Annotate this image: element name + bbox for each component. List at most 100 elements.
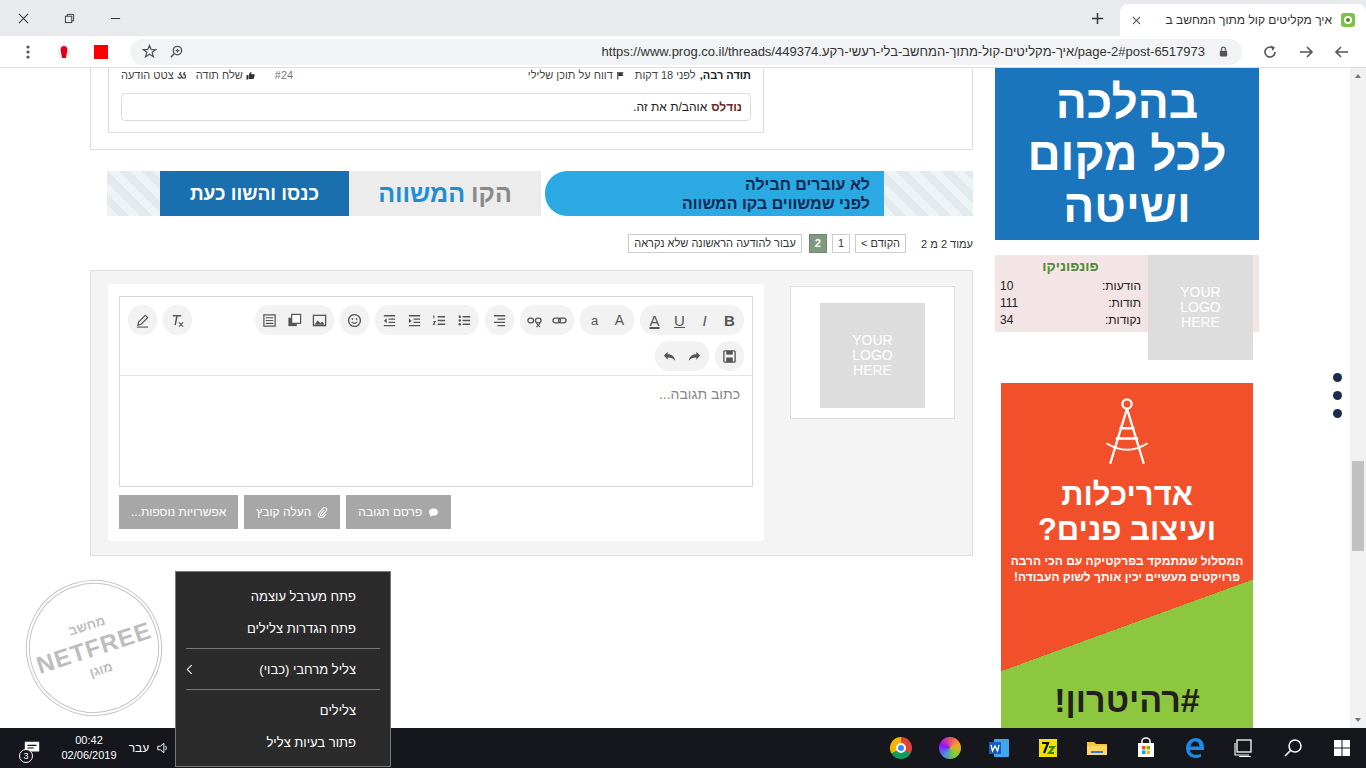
- report-link[interactable]: דווח על תוכן שלילי: [528, 68, 625, 82]
- page-dot[interactable]: [1333, 373, 1342, 382]
- back-icon[interactable]: [1298, 44, 1314, 60]
- avatar: YOUR LOGO HERE: [820, 303, 925, 408]
- outdent-button[interactable]: [377, 307, 402, 333]
- star-icon[interactable]: [142, 44, 157, 59]
- zoom-icon[interactable]: [169, 44, 184, 59]
- menu-item[interactable]: פתח הגדרות צלילים: [176, 612, 390, 644]
- post-button[interactable]: פרסם תגובה: [346, 495, 451, 529]
- restore-button[interactable]: [46, 0, 92, 36]
- task-view-icon: [1232, 736, 1256, 760]
- underline-button[interactable]: U: [667, 307, 692, 333]
- sound-context-menu: פתח מערבל עוצמהפתח הגדרות צלילים צליל מרח…: [175, 571, 391, 767]
- save-draft-button[interactable]: [717, 343, 742, 369]
- chrome-taskbar-button[interactable]: [876, 728, 925, 768]
- reload-icon[interactable]: [1262, 44, 1278, 60]
- indent-button[interactable]: [402, 307, 427, 333]
- speaker-icon[interactable]: [156, 741, 170, 755]
- save-icon: [722, 349, 737, 364]
- italic-button[interactable]: I: [692, 307, 717, 333]
- banner-ad[interactable]: כנסו והשוו כעתהקוהמשווהלא עוברים חבילהלפ…: [107, 171, 973, 216]
- upload-button[interactable]: העלה קובץ: [244, 495, 340, 529]
- folder-taskbar-button[interactable]: [1072, 728, 1121, 768]
- flag-icon: [616, 71, 625, 80]
- paperclip-icon: [317, 507, 328, 518]
- quote-button[interactable]: [257, 307, 282, 333]
- undo-button[interactable]: [657, 343, 682, 369]
- list-bullet-button[interactable]: [452, 307, 477, 333]
- photos-taskbar-button[interactable]: [925, 728, 974, 768]
- extension-square-icon[interactable]: [94, 45, 108, 59]
- size-button[interactable]: A: [607, 307, 632, 333]
- page-button[interactable]: 2: [809, 234, 827, 253]
- page-dot[interactable]: [1333, 409, 1342, 418]
- user-logo[interactable]: YOUR LOGO HERE: [1148, 255, 1253, 360]
- media-button[interactable]: [282, 307, 307, 333]
- notification-badge: 3: [19, 749, 33, 763]
- close-button[interactable]: [0, 0, 46, 36]
- menu-item[interactable]: צליל מרחבי (כבוי): [176, 653, 390, 685]
- color-button[interactable]: A: [642, 307, 667, 333]
- image-button[interactable]: [307, 307, 332, 333]
- user-info: פונפוניקוהודעות:10תודות:111נקודות:34: [995, 255, 1148, 329]
- menu-dots-icon[interactable]: [20, 44, 36, 60]
- sidebar-ad[interactable]: אדריכלותועיצוב פנים?המסלול שמתמקד בפרקטי…: [1001, 383, 1253, 728]
- clear-button[interactable]: [165, 307, 190, 333]
- page-button[interactable]: 1: [832, 234, 850, 253]
- media-icon: [287, 313, 302, 328]
- tab-close-icon[interactable]: [1132, 16, 1141, 25]
- lock-icon[interactable]: [1217, 45, 1230, 58]
- link-button[interactable]: [547, 307, 572, 333]
- pen-button[interactable]: [130, 307, 155, 333]
- menu-item[interactable]: פתח מערבל עוצמה: [176, 580, 390, 612]
- scroll-up-icon[interactable]: [1354, 72, 1362, 80]
- language-indicator[interactable]: עבר: [122, 741, 156, 755]
- align-button[interactable]: [487, 307, 512, 333]
- page-dot[interactable]: [1333, 391, 1342, 400]
- address-bar[interactable]: https://www.prog.co.il/threads/449374.אי…: [130, 39, 1242, 65]
- smiley-button[interactable]: [342, 307, 367, 333]
- scroll-down-icon[interactable]: [1354, 716, 1362, 724]
- thanks-link[interactable]: שלח תודה: [196, 68, 255, 82]
- quote-link[interactable]: צטט הודעה: [121, 68, 186, 82]
- post-author[interactable]: תודה רבה,: [700, 68, 751, 82]
- edge-taskbar-button[interactable]: [1170, 728, 1219, 768]
- previous-page-button[interactable]: < הקודם: [855, 234, 906, 253]
- word-taskbar-button[interactable]: [974, 728, 1023, 768]
- avatar-card: YOUR LOGO HERE: [790, 286, 955, 419]
- chrome-icon: [890, 737, 912, 759]
- task-view-taskbar-button[interactable]: [1219, 728, 1268, 768]
- thumb-up-icon: [246, 71, 255, 80]
- bold-button[interactable]: B: [717, 307, 742, 333]
- search-taskbar-button[interactable]: [1268, 728, 1317, 768]
- user-stat: תודות:111: [1000, 295, 1141, 312]
- sidebar-ad[interactable]: בהלכהלכל מקוםושיטה: [995, 68, 1259, 240]
- post-number[interactable]: #24: [275, 68, 293, 82]
- new-tab-button[interactable]: [1082, 0, 1112, 36]
- list-number-button[interactable]: [427, 307, 452, 333]
- like-user[interactable]: נודלס: [711, 100, 742, 114]
- archiver-taskbar-button[interactable]: [1023, 728, 1072, 768]
- extension-icon[interactable]: [56, 44, 72, 60]
- start-taskbar-button[interactable]: [1317, 728, 1366, 768]
- menu-item[interactable]: צלילים: [176, 694, 390, 726]
- browser-tab[interactable]: איך מקליטים קול מתוך המחשב ב: [1120, 4, 1366, 36]
- scrollbar[interactable]: [1350, 68, 1366, 728]
- banner-cta[interactable]: כנסו והשוו כעת: [160, 171, 349, 216]
- font-button[interactable]: a: [582, 307, 607, 333]
- menu-item[interactable]: פתור בעיות צליל: [176, 726, 390, 758]
- unlink-button[interactable]: [522, 307, 547, 333]
- action-center-button[interactable]: 3: [8, 728, 56, 768]
- redo-button[interactable]: [682, 343, 707, 369]
- minimize-button[interactable]: [92, 0, 138, 36]
- scroll-thumb[interactable]: [1352, 461, 1364, 551]
- sidebar: בהלכהלכל מקוםושיטהYOUR LOGO HEREפונפוניק…: [995, 68, 1259, 728]
- toolbar-group: Aa: [580, 305, 634, 335]
- reply-textbox[interactable]: כתוב תגובה...: [120, 376, 752, 486]
- jump-unread-button[interactable]: עבור להודעה הראשונה שלא נקראה: [628, 234, 802, 253]
- user-name[interactable]: פונפוניקו: [1000, 258, 1141, 274]
- more-button[interactable]: אפשרויות נוספות...: [119, 495, 238, 529]
- store-taskbar-button[interactable]: [1121, 728, 1170, 768]
- url-text[interactable]: https://www.prog.co.il/threads/449374.אי…: [602, 44, 1205, 59]
- clock[interactable]: 00:4202/06/2019: [56, 733, 122, 763]
- forward-icon[interactable]: [1334, 44, 1350, 60]
